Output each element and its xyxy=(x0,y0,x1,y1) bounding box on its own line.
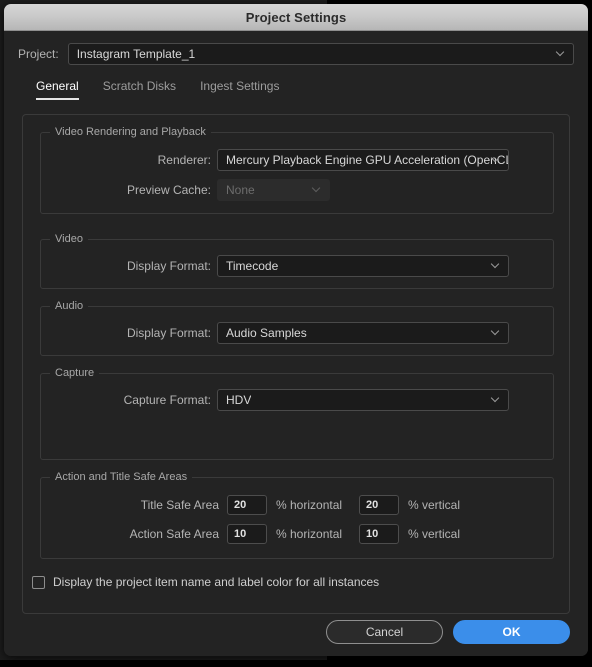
project-select[interactable]: Instagram Template_1 xyxy=(67,43,574,65)
general-tab-panel: Video Rendering and Playback Renderer: M… xyxy=(22,114,570,614)
group-title-safe-areas: Action and Title Safe Areas xyxy=(50,471,193,483)
chevron-down-icon xyxy=(313,185,321,193)
group-video: Video Display Format: Timecode xyxy=(40,233,554,289)
capture-format-select[interactable]: HDV xyxy=(217,389,509,411)
tab-scratch-disks[interactable]: Scratch Disks xyxy=(103,79,176,100)
title-safe-vertical-input[interactable]: 20 xyxy=(359,495,399,515)
project-row: Project: Instagram Template_1 xyxy=(4,31,588,65)
group-title-capture: Capture xyxy=(50,367,100,379)
chevron-down-icon xyxy=(557,49,565,57)
action-safe-area-label: Action Safe Area xyxy=(129,527,219,541)
audio-display-format-value: Audio Samples xyxy=(226,326,307,340)
renderer-select-value: Mercury Playback Engine GPU Acceleration… xyxy=(226,153,508,167)
action-safe-vertical-input[interactable]: 10 xyxy=(359,524,399,544)
dialog-footer: Cancel OK xyxy=(4,620,588,644)
project-select-value: Instagram Template_1 xyxy=(76,47,196,61)
preview-cache-label: Preview Cache: xyxy=(126,183,211,197)
capture-format-row: Capture Format: HDV xyxy=(41,389,553,411)
capture-format-value: HDV xyxy=(226,393,252,407)
dialog-titlebar[interactable]: Project Settings xyxy=(4,4,588,31)
group-title-video: Video xyxy=(50,233,88,245)
action-safe-vertical-unit: % vertical xyxy=(408,527,461,541)
tab-ingest-settings[interactable]: Ingest Settings xyxy=(200,79,279,100)
tab-general[interactable]: General xyxy=(36,79,79,100)
screen: Project Settings Project: Instagram Temp… xyxy=(0,0,592,667)
cancel-button[interactable]: Cancel xyxy=(326,620,443,644)
title-safe-vertical-unit: % vertical xyxy=(408,498,461,512)
title-safe-area-row: Title Safe Area 20 % horizontal 20 % ver… xyxy=(41,494,553,516)
preview-cache-select: None xyxy=(217,179,330,201)
title-safe-horizontal-input[interactable]: 20 xyxy=(227,495,267,515)
video-display-format-value: Timecode xyxy=(226,259,279,273)
ok-button[interactable]: OK xyxy=(453,620,570,644)
group-capture: Capture Capture Format: HDV xyxy=(40,367,554,460)
dialog-title: Project Settings xyxy=(245,9,347,25)
project-settings-dialog: Project Settings Project: Instagram Temp… xyxy=(4,4,588,656)
chevron-down-icon xyxy=(492,395,500,403)
group-action-and-title-safe-areas: Action and Title Safe Areas Title Safe A… xyxy=(40,471,554,559)
dialog-body: Project: Instagram Template_1 General Sc… xyxy=(4,31,588,656)
group-title-video-rendering: Video Rendering and Playback xyxy=(50,126,211,138)
title-safe-area-label: Title Safe Area xyxy=(140,498,219,512)
video-display-format-select[interactable]: Timecode xyxy=(217,255,509,277)
group-title-audio: Audio xyxy=(50,300,89,312)
capture-format-label: Capture Format: xyxy=(123,393,211,407)
preview-cache-select-value: None xyxy=(226,183,255,197)
preview-cache-row: Preview Cache: None xyxy=(41,179,553,201)
tab-strip: General Scratch Disks Ingest Settings xyxy=(4,65,588,100)
project-label: Project: xyxy=(18,47,59,61)
display-project-item-name-checkbox[interactable] xyxy=(32,575,45,589)
group-audio: Audio Display Format: Audio Samples xyxy=(40,300,554,356)
chevron-down-icon xyxy=(492,328,500,336)
audio-display-format-row: Display Format: Audio Samples xyxy=(41,322,553,344)
chevron-down-icon xyxy=(492,261,500,269)
group-video-rendering-and-playback: Video Rendering and Playback Renderer: M… xyxy=(40,126,554,214)
renderer-row: Renderer: Mercury Playback Engine GPU Ac… xyxy=(41,149,553,171)
audio-display-format-label: Display Format: xyxy=(126,326,211,340)
display-project-item-name-label: Display the project item name and label … xyxy=(53,575,380,589)
audio-display-format-select[interactable]: Audio Samples xyxy=(217,322,509,344)
title-safe-horizontal-unit: % horizontal xyxy=(276,498,343,512)
action-safe-horizontal-input[interactable]: 10 xyxy=(227,524,267,544)
video-display-format-row: Display Format: Timecode xyxy=(41,255,553,277)
display-project-item-name-row[interactable]: Display the project item name and label … xyxy=(32,575,379,589)
renderer-label: Renderer: xyxy=(157,153,211,167)
action-safe-area-row: Action Safe Area 10 % horizontal 10 % ve… xyxy=(41,523,553,545)
renderer-select[interactable]: Mercury Playback Engine GPU Acceleration… xyxy=(217,149,509,171)
video-display-format-label: Display Format: xyxy=(126,259,211,273)
action-safe-horizontal-unit: % horizontal xyxy=(276,527,343,541)
